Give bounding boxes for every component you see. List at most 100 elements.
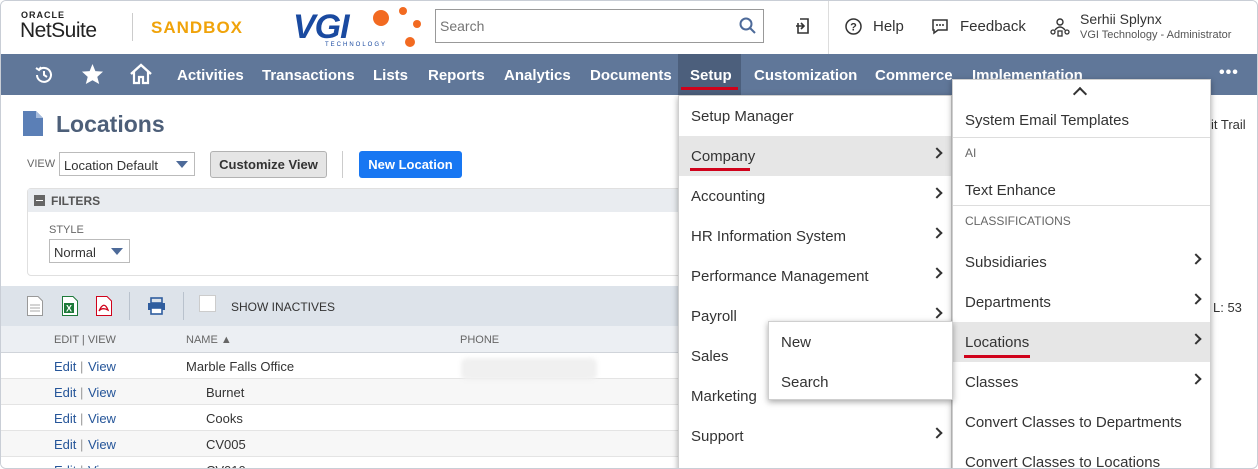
col-edit-view: EDIT | VIEW — [54, 334, 116, 346]
netsuite-logo[interactable]: NetSuite — [20, 19, 97, 43]
nav-setup-underline — [681, 87, 738, 90]
help-icon[interactable]: ? — [845, 18, 862, 38]
top-bar: ORACLE NetSuite SANDBOX VGI TECHNOLOGY ?… — [1, 1, 1257, 54]
show-inactives-label[interactable]: SHOW INACTIVES — [231, 300, 335, 314]
list-toolbar: X — [1, 286, 711, 326]
netsuite-window: ORACLE NetSuite SANDBOX VGI TECHNOLOGY ?… — [0, 0, 1258, 469]
logo-divider — [132, 13, 133, 41]
style-select[interactable]: Normal — [49, 239, 130, 263]
view-link[interactable]: View — [88, 437, 116, 452]
export-excel-icon[interactable]: X — [62, 296, 78, 319]
recent-icon[interactable] — [33, 64, 55, 89]
chevron-right-icon — [1190, 333, 1202, 345]
locations-new-item[interactable]: New — [769, 322, 952, 362]
home-icon[interactable] — [129, 62, 153, 88]
favorites-star-icon[interactable] — [81, 63, 104, 88]
user-role[interactable]: VGI Technology - Administrator — [1080, 29, 1231, 41]
nav-commerce[interactable]: Commerce — [875, 67, 953, 84]
company-menu-item-subsidiaries[interactable]: Subsidiaries — [953, 242, 1210, 282]
nav-activities[interactable]: Activities — [177, 67, 244, 84]
user-roles-icon[interactable] — [1049, 16, 1071, 41]
edit-link[interactable]: Edit — [54, 437, 76, 452]
company-menu-item-departments[interactable]: Departments — [953, 282, 1210, 322]
nav-customization[interactable]: Customization — [754, 67, 857, 84]
show-inactives-checkbox[interactable] — [199, 295, 216, 312]
chevron-right-icon — [931, 267, 943, 279]
table-row: Edit | View CV010 — [1, 457, 711, 468]
company-logo[interactable]: VGI TECHNOLOGY — [293, 5, 423, 51]
company-submenu: System Email Templates AI Text Enhance CLAS… — [952, 79, 1211, 468]
page-title: Locations — [56, 111, 165, 137]
global-search[interactable] — [435, 9, 764, 43]
table-row: Edit | View Marble Falls Office — [1, 353, 711, 379]
chevron-down-icon — [111, 248, 123, 255]
setup-menu-item-setup-manager[interactable]: Setup Manager — [679, 96, 951, 136]
audit-trail-link[interactable]: it Trail — [1211, 117, 1246, 132]
view-link[interactable]: View — [88, 359, 116, 374]
setup-menu-item-accounting[interactable]: Accounting — [679, 176, 951, 216]
user-name[interactable]: Serhii Splynx — [1080, 11, 1162, 27]
chevron-right-icon — [931, 187, 943, 199]
table-row: Edit | View CV005 — [1, 431, 711, 457]
feedback-link[interactable]: Feedback — [960, 18, 1026, 35]
view-select[interactable]: Location Default — [59, 152, 195, 176]
company-menu-item-convert-classes-to-locations[interactable]: Convert Classes to Locations — [953, 442, 1210, 468]
edit-link[interactable]: Edit — [54, 359, 76, 374]
nav-documents[interactable]: Documents — [590, 67, 672, 84]
view-link[interactable]: View — [88, 385, 116, 400]
chevron-right-icon — [931, 227, 943, 239]
nav-reports[interactable]: Reports — [428, 67, 485, 84]
export-csv-icon[interactable] — [27, 296, 43, 319]
feedback-icon[interactable] — [931, 18, 949, 38]
nav-lists[interactable]: Lists — [373, 67, 408, 84]
toolbar-divider — [342, 151, 343, 178]
customize-view-button[interactable]: Customize View — [210, 151, 327, 178]
location-name: Cooks — [206, 411, 243, 426]
svg-text:?: ? — [850, 22, 857, 34]
location-name: CV005 — [206, 437, 246, 452]
collapse-icon[interactable] — [34, 195, 45, 206]
nav-analytics[interactable]: Analytics — [504, 67, 571, 84]
locations-submenu: New Search — [768, 321, 953, 400]
nav-more-button[interactable]: ••• — [1219, 64, 1239, 82]
total-count: L: 53 — [1213, 300, 1242, 315]
company-menu-item-classes[interactable]: Classes — [953, 362, 1210, 402]
search-icon[interactable] — [739, 17, 757, 38]
print-icon[interactable] — [147, 297, 166, 318]
setup-menu: Setup Manager Company Accounting HR Informa… — [678, 95, 952, 468]
setup-menu-item-performance-management[interactable]: Performance Management — [679, 256, 951, 296]
chevron-right-icon — [931, 147, 943, 159]
locations-search-item[interactable]: Search — [769, 362, 952, 402]
nav-setup[interactable]: Setup — [690, 67, 732, 84]
view-select-value: Location Default — [64, 158, 158, 173]
filters-header[interactable]: FILTERS — [28, 189, 706, 212]
col-phone[interactable]: PHONE — [460, 334, 499, 346]
search-input[interactable] — [436, 10, 726, 42]
scroll-up-icon[interactable] — [1072, 86, 1088, 102]
export-pdf-icon[interactable] — [96, 296, 112, 319]
new-location-button[interactable]: New Location — [359, 151, 462, 178]
chevron-right-icon — [931, 427, 943, 439]
menu-divider — [953, 205, 1210, 206]
location-name: Burnet — [206, 385, 245, 400]
company-menu-item-system-email-templates[interactable]: System Email Templates — [953, 100, 1210, 140]
setup-menu-item-hr-information-system[interactable]: HR Information System — [679, 216, 951, 256]
edit-link[interactable]: Edit — [54, 411, 76, 426]
company-menu-item-text-enhance[interactable]: Text Enhance — [953, 170, 1210, 210]
nav-transactions[interactable]: Transactions — [262, 67, 355, 84]
company-logo-sub: TECHNOLOGY — [325, 42, 388, 48]
chevron-right-icon — [1190, 253, 1202, 265]
help-link[interactable]: Help — [873, 18, 904, 35]
company-menu-item-convert-classes-to-departments[interactable]: Convert Classes to Departments — [953, 402, 1210, 442]
setup-menu-item-support[interactable]: Support — [679, 416, 951, 456]
table-row: Edit | View Cooks — [1, 405, 711, 431]
col-name[interactable]: NAME ▲ — [186, 334, 232, 346]
edit-link[interactable]: Edit — [54, 385, 76, 400]
view-link[interactable]: View — [88, 463, 116, 468]
edit-link[interactable]: Edit — [54, 463, 76, 468]
recent-records-icon[interactable] — [794, 15, 814, 40]
view-label: VIEW — [27, 158, 56, 170]
svg-text:X: X — [66, 304, 72, 314]
view-link[interactable]: View — [88, 411, 116, 426]
link-separator: | — [80, 437, 84, 452]
